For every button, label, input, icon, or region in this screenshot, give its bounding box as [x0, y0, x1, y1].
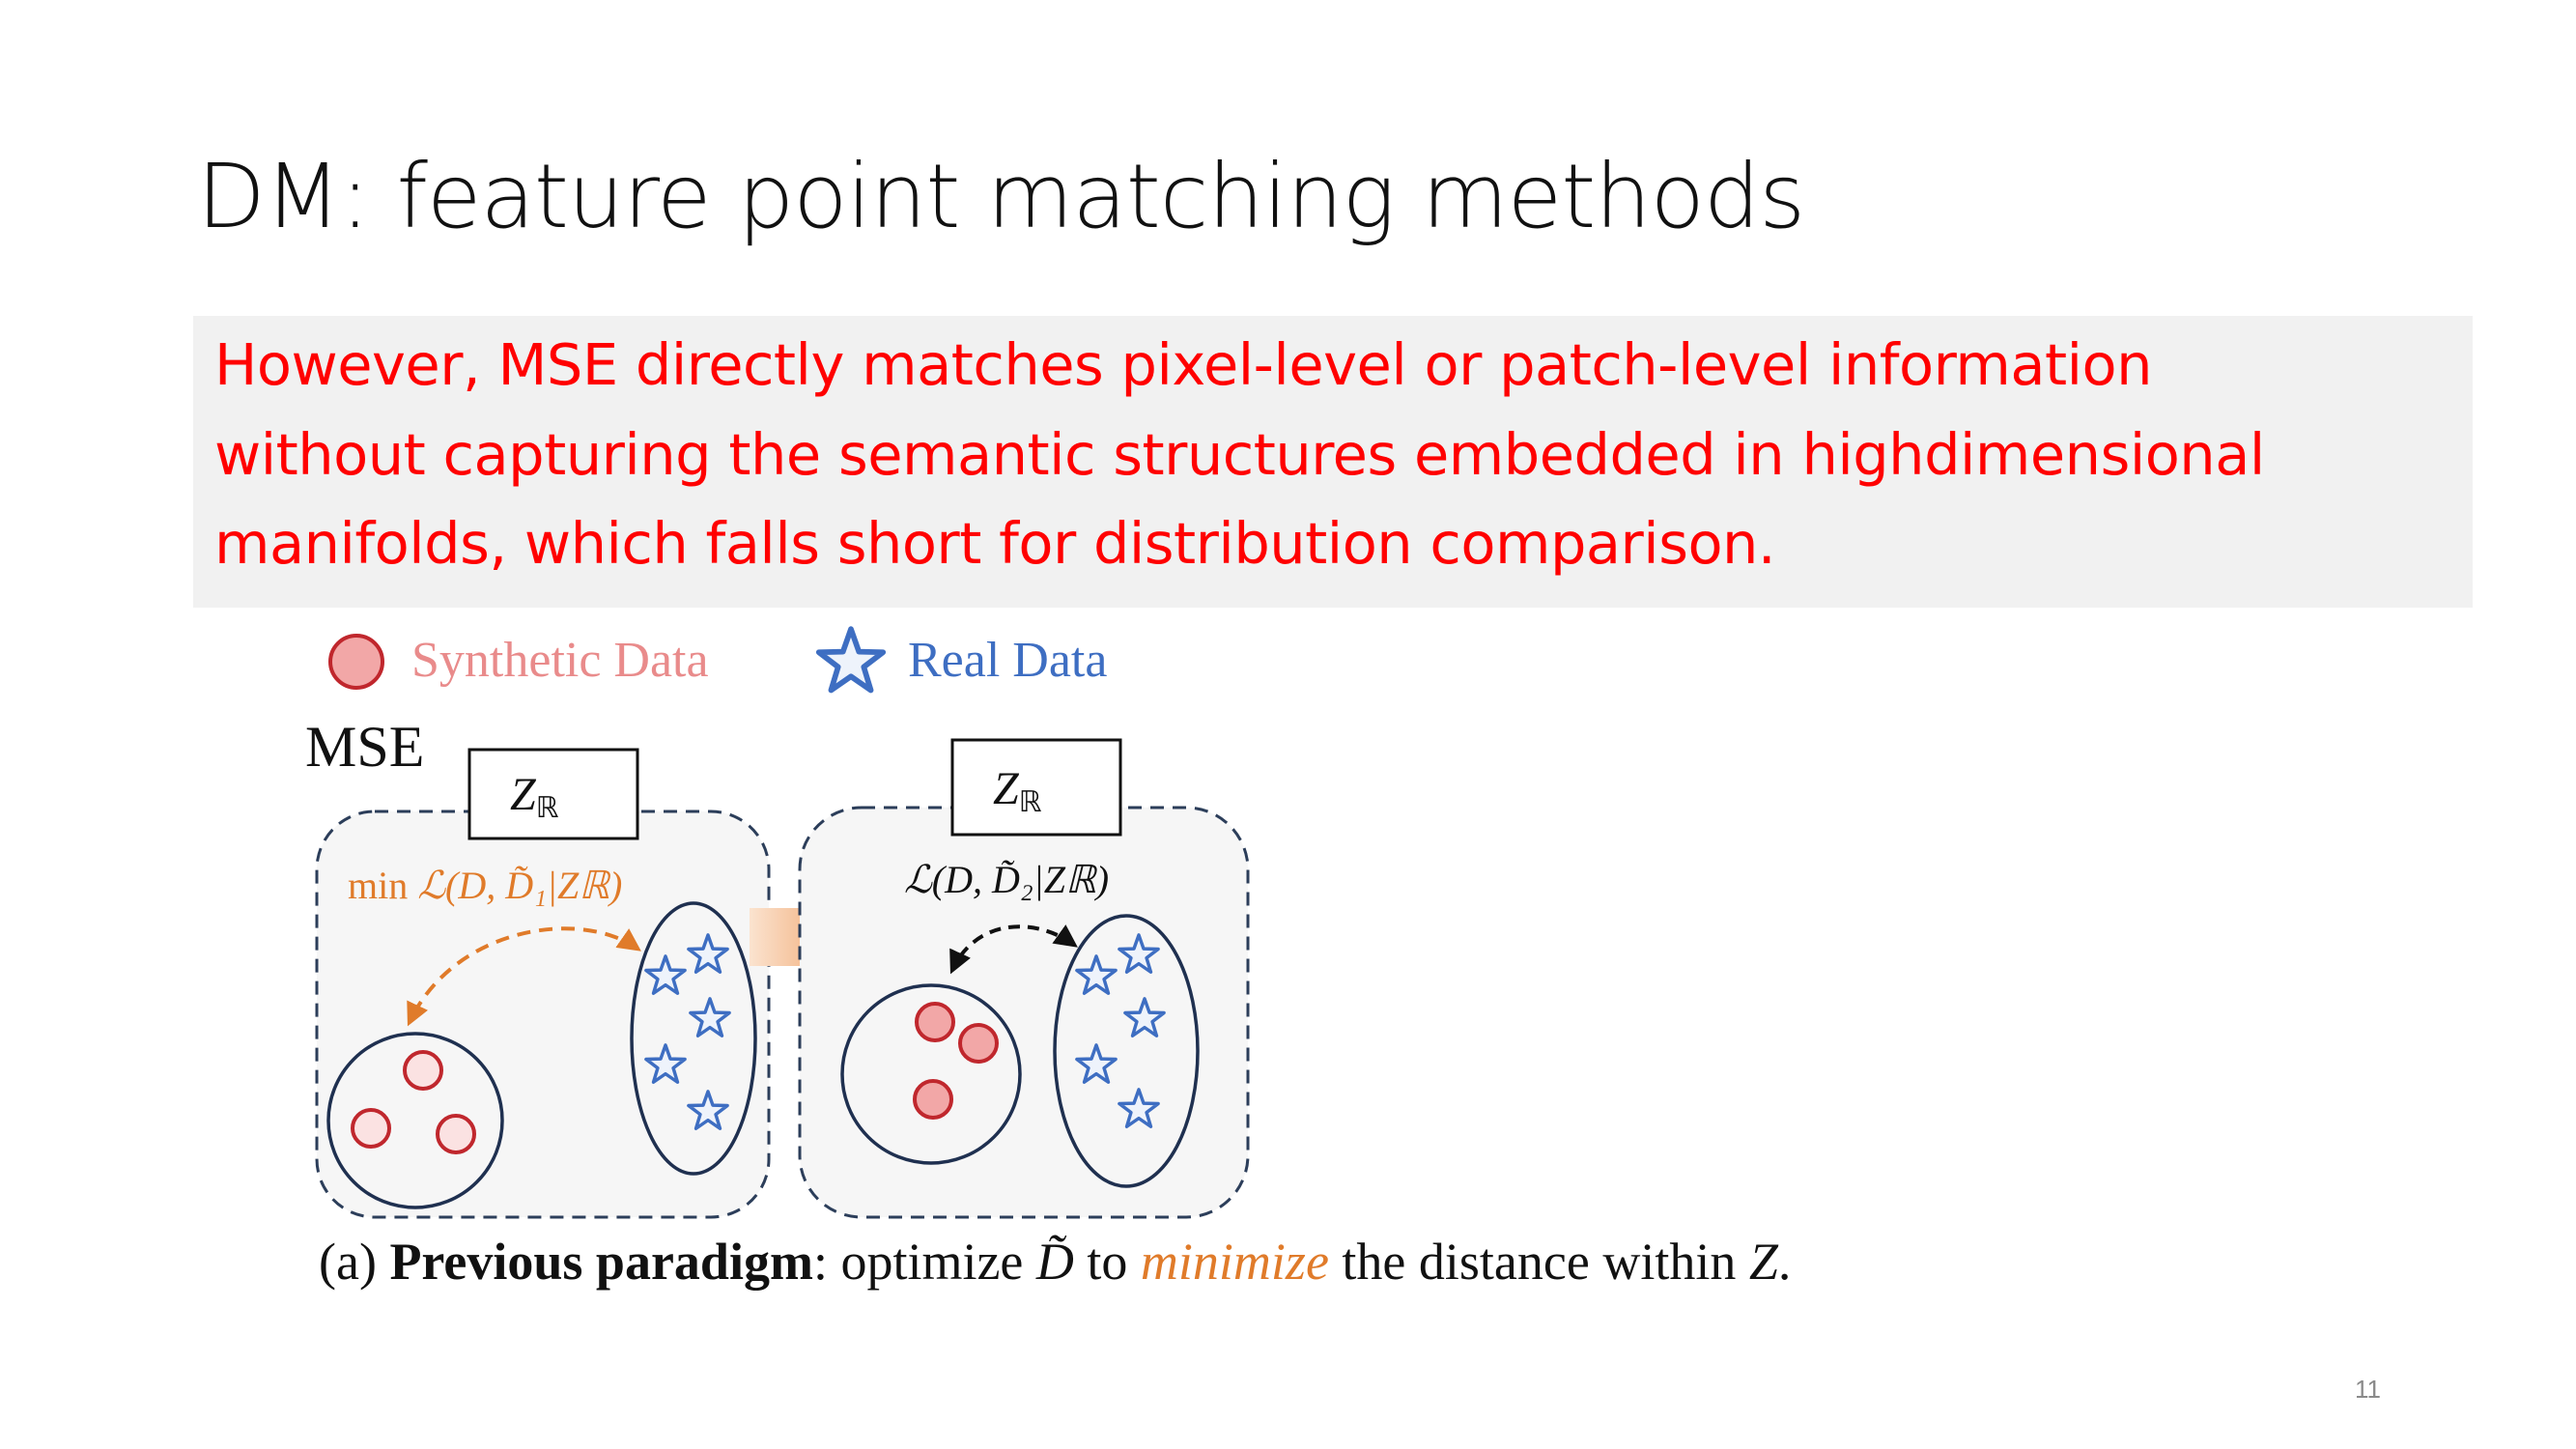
synthetic-point [913, 1079, 953, 1120]
legend: Synthetic Data Real Data [328, 629, 1107, 690]
mse-figure: Synthetic Data Real Data MSE Zℝ min ℒ(D,… [305, 618, 1791, 1291]
slide-title: DM: feature point matching methods [197, 145, 1805, 248]
legend-real-label: Real Data [908, 633, 1107, 688]
synthetic-point [436, 1114, 476, 1154]
synthetic-point [958, 1023, 999, 1064]
callout-line-2: without capturing the semantic structure… [214, 421, 2265, 488]
figure-caption: (a) Previous paradigm: optimize D̃ to mi… [319, 1233, 1791, 1291]
callout-box: However, MSE directly matches pixel-leve… [193, 316, 2473, 608]
callout-line-3: manifolds, which falls short for distrib… [214, 510, 1776, 577]
synthetic-point [915, 1002, 955, 1042]
synthetic-data-icon [328, 634, 384, 690]
synthetic-point [351, 1108, 391, 1149]
right-loss-label: ℒ(D, D̃₂|Zℝ) [904, 858, 1109, 901]
callout-line-1: However, MSE directly matches pixel-leve… [214, 331, 2153, 398]
page-number: 11 [2355, 1375, 2381, 1404]
method-label: MSE [305, 715, 424, 779]
real-data-star-icon [819, 629, 884, 690]
left-loss-label: min ℒ(D, D̃₁|Zℝ) [348, 864, 622, 907]
legend-synthetic-label: Synthetic Data [411, 633, 709, 688]
synthetic-point [403, 1050, 443, 1091]
